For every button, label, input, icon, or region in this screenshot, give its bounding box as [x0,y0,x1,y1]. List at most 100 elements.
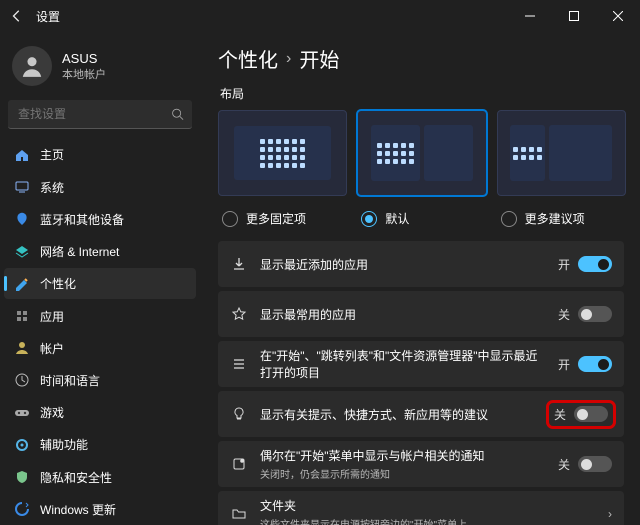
sidebar-item-5[interactable]: 应用 [4,300,196,331]
person-icon [19,53,45,79]
settings-row-1: 显示最常用的应用关 [218,291,624,337]
toggle-state-label: 开 [558,356,570,373]
title-bar: 设置 [0,0,640,32]
sidebar-item-icon [14,147,30,163]
maximize-icon [569,11,579,21]
layout-card-more-pinned[interactable] [218,110,347,196]
row-title: 显示最近添加的应用 [260,256,546,273]
sidebar-item-label: 辅助功能 [40,436,88,453]
row-desc: 关闭时，仍会显示所需的通知 [260,466,546,481]
sidebar-item-label: 主页 [40,146,64,163]
layout-radio-1[interactable]: 默认 [357,210,486,227]
toggle-switch[interactable] [578,456,612,472]
content-area: 个性化 › 开始 布局 更多固定项默认更多建议项 显示 [200,32,640,525]
sidebar-item-9[interactable]: 辅助功能 [4,429,196,460]
search-box[interactable] [8,100,192,129]
row-title: 文件夹 [260,497,596,514]
radio-label: 默认 [385,210,409,227]
window-controls [508,0,640,32]
row-trail: 关 [558,456,612,473]
row-label: 文件夹这些文件夹显示在电源按钮旁边的"开始"菜单上 [260,497,596,525]
profile-block[interactable]: ASUS 本地帐户 [4,36,196,100]
layout-section-label: 布局 [220,85,626,102]
layout-previews [218,110,626,196]
close-button[interactable] [596,0,640,32]
bulb-icon [230,406,248,422]
sidebar-item-label: 系统 [40,179,64,196]
layout-card-default[interactable] [357,110,486,196]
close-icon [613,11,623,21]
sidebar-item-icon [14,372,30,388]
chevron-right-icon: › [608,507,612,521]
radio-label: 更多建议项 [525,210,585,227]
minimize-button[interactable] [508,0,552,32]
sidebar-item-icon [14,469,30,485]
toggle-switch[interactable] [578,306,612,322]
search-input[interactable] [16,106,171,122]
layout-card-more-recs[interactable] [497,110,626,196]
row-title: 显示有关提示、快捷方式、新应用等的建议 [260,406,538,423]
sidebar-item-label: 个性化 [40,275,76,292]
radio-icon [222,211,238,227]
highlight-box: 关 [550,404,612,425]
sidebar-item-label: Windows 更新 [40,501,116,518]
row-trail: › [608,507,612,521]
sidebar-nav: 主页系统蓝牙和其他设备网络 & Internet 个性化应用帐户时间和语言游戏辅助… [4,139,196,525]
toggle-switch[interactable] [574,406,608,422]
sidebar-item-8[interactable]: 游戏 [4,397,196,428]
avatar [12,46,52,86]
toggle-state-label: 开 [558,256,570,273]
settings-row-5[interactable]: 文件夹这些文件夹显示在电源按钮旁边的"开始"菜单上 › [218,491,624,525]
arrow-left-icon [10,9,24,23]
sidebar-item-1[interactable]: 系统 [4,172,196,203]
profile-name: ASUS [62,51,106,66]
sidebar-item-2[interactable]: 蓝牙和其他设备 [4,204,196,235]
sidebar-item-label: 帐户 [40,340,64,357]
search-icon [171,107,184,121]
sidebar-item-icon [14,340,30,356]
breadcrumb-parent[interactable]: 个性化 [218,44,278,73]
sidebar-item-4[interactable]: 个性化 [4,268,196,299]
row-label: 偶尔在"开始"菜单中显示与帐户相关的通知关闭时，仍会显示所需的通知 [260,447,546,481]
sidebar-item-icon [14,276,30,292]
row-title: 显示最常用的应用 [260,306,546,323]
toggle-state-label: 关 [558,306,570,323]
sidebar: ASUS 本地帐户 主页系统蓝牙和其他设备网络 & Internet 个性化应用帐… [0,32,200,525]
settings-row-4: 偶尔在"开始"菜单中显示与帐户相关的通知关闭时，仍会显示所需的通知关 [218,441,624,487]
star-icon [230,306,248,322]
settings-row-3: 显示有关提示、快捷方式、新应用等的建议关 [218,391,624,437]
sidebar-item-icon [14,437,30,453]
radio-icon [361,211,377,227]
layout-radio-row: 更多固定项 默认 更多建议项 [218,210,626,227]
sidebar-item-3[interactable]: 网络 & Internet [4,236,196,267]
sidebar-item-6[interactable]: 帐户 [4,333,196,364]
layout-radio-2[interactable]: 更多建议项 [497,210,626,227]
toggle-state-label: 关 [558,456,570,473]
toggle-switch[interactable] [578,356,612,372]
sidebar-item-7[interactable]: 时间和语言 [4,365,196,396]
profile-subtitle: 本地帐户 [62,66,106,82]
row-trail: 开 [558,356,612,373]
row-title: 在"开始"、"跳转列表"和"文件资源管理器"中显示最近打开的项目 [260,347,546,381]
settings-row-0: 显示最近添加的应用开 [218,241,624,287]
sidebar-item-label: 游戏 [40,404,64,421]
folder-icon [230,506,248,522]
bell-icon [230,456,248,472]
back-button[interactable] [10,9,30,23]
sidebar-item-label: 隐私和安全性 [40,469,112,486]
sidebar-item-icon [14,308,30,324]
profile-text: ASUS 本地帐户 [62,51,106,82]
sidebar-item-label: 网络 & Internet [40,243,119,260]
sidebar-item-11[interactable]: Windows 更新 [4,494,196,525]
list-icon [230,356,248,372]
row-trail: 开 [558,256,612,273]
sidebar-item-icon [14,405,30,421]
maximize-button[interactable] [552,0,596,32]
toggle-switch[interactable] [578,256,612,272]
sidebar-item-10[interactable]: 隐私和安全性 [4,462,196,493]
row-label: 在"开始"、"跳转列表"和"文件资源管理器"中显示最近打开的项目 [260,347,546,381]
sidebar-item-icon [14,501,30,517]
sidebar-item-0[interactable]: 主页 [4,139,196,170]
layout-radio-0[interactable]: 更多固定项 [218,210,347,227]
row-trail: 关 [558,306,612,323]
